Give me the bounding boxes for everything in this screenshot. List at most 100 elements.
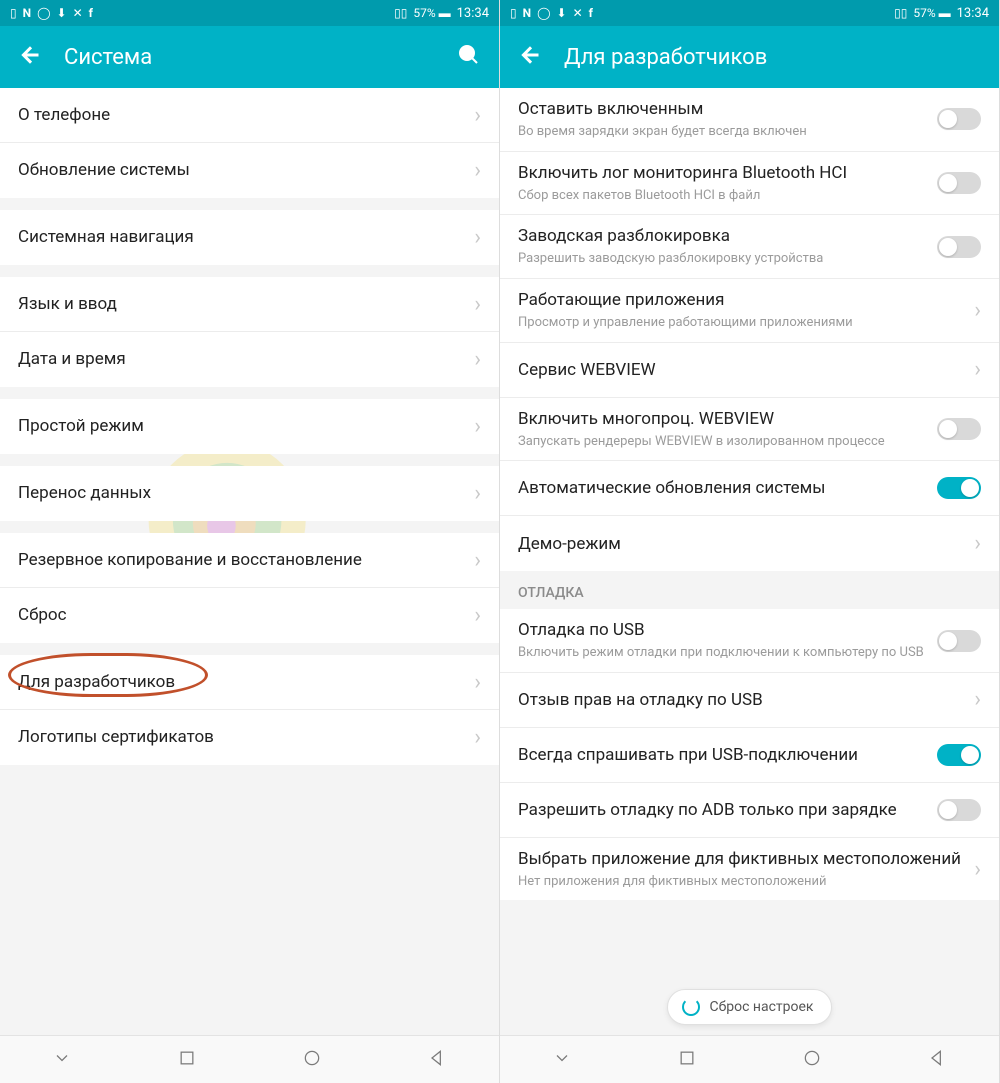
settings-list: О телефоне › Обновление системы › Систем… <box>0 88 499 1035</box>
row-label: Обновление системы <box>18 159 466 181</box>
row-label: Дата и время <box>18 348 466 370</box>
sync-icon: ◯ <box>37 6 50 20</box>
row-label: Включить лог мониторинга Bluetooth HCI <box>518 162 929 184</box>
row-system-update[interactable]: Обновление системы › <box>0 143 499 198</box>
settings-row[interactable]: Автоматические обновления системы <box>500 461 999 516</box>
settings-row[interactable]: Работающие приложения Просмотр и управлен… <box>500 279 999 343</box>
row-label: Отладка по USB <box>518 619 929 641</box>
nav-bar <box>0 1035 499 1083</box>
row-simple-mode[interactable]: Простой режим › <box>0 399 499 454</box>
row-label: Простой режим <box>18 415 466 437</box>
nav-back-icon[interactable] <box>927 1048 947 1072</box>
search-icon[interactable] <box>457 43 481 71</box>
sync-icon: ◯ <box>537 6 550 20</box>
row-label: Включить многопроц. WEBVIEW <box>518 408 929 430</box>
row-data-transfer[interactable]: Перенос данных › <box>0 466 499 521</box>
row-language-input[interactable]: Язык и ввод › <box>0 277 499 332</box>
settings-row[interactable]: Отзыв прав на отладку по USB › <box>500 673 999 728</box>
chevron-right-icon: › <box>474 292 481 317</box>
row-developer-options[interactable]: Для разработчиков › <box>0 655 499 710</box>
status-right-icons: ▯▯ 57% ▬ 13:34 <box>394 6 489 21</box>
settings-row[interactable]: Отладка по USB Включить режим отладки при… <box>500 609 999 673</box>
row-label: Работающие приложения <box>518 289 966 311</box>
chevron-right-icon: › <box>474 548 481 573</box>
vibrate-mode-icon: ▯▯ <box>394 6 407 20</box>
nav-hide-icon[interactable] <box>52 1048 72 1072</box>
sim-icon: ▯ <box>510 6 517 20</box>
status-bar: ▯ N ◯ ⬇ ✕ f ▯▯ 57% ▬ 13:34 <box>0 0 499 26</box>
row-label: Разрешить отладку по ADB только при заря… <box>518 799 929 821</box>
appbar-title: Для разработчиков <box>564 45 981 70</box>
row-label: Автоматические обновления системы <box>518 477 929 499</box>
row-subtitle: Запускать рендереры WEBVIEW в изолирован… <box>518 433 929 451</box>
toggle-switch[interactable] <box>937 744 981 766</box>
toggle-switch[interactable] <box>937 799 981 821</box>
settings-row[interactable]: Включить лог мониторинга Bluetooth HCIСб… <box>500 152 999 216</box>
nav-recent-icon[interactable] <box>177 1048 197 1072</box>
toggle-switch[interactable] <box>937 630 981 652</box>
row-label: Сброс <box>18 604 466 626</box>
toggle-switch[interactable] <box>937 418 981 440</box>
settings-row[interactable]: Демо-режим› <box>500 516 999 571</box>
nav-hide-icon[interactable] <box>552 1048 572 1072</box>
nav-home-icon[interactable] <box>302 1048 322 1072</box>
row-about-phone[interactable]: О телефоне › <box>0 88 499 143</box>
settings-row[interactable]: Выбрать приложение для фиктивных местопо… <box>500 838 999 901</box>
reset-settings-chip[interactable]: Сброс настроек <box>667 989 833 1025</box>
settings-row[interactable]: Всегда спрашивать при USB-подключении <box>500 728 999 783</box>
chevron-right-icon: › <box>474 603 481 628</box>
chevron-right-icon: › <box>974 687 981 712</box>
row-label: Всегда спрашивать при USB-подключении <box>518 744 929 766</box>
chevron-right-icon: › <box>474 670 481 695</box>
chevron-right-icon: › <box>974 531 981 556</box>
back-icon[interactable] <box>518 43 542 71</box>
toggle-switch[interactable] <box>937 172 981 194</box>
row-label: О телефоне <box>18 104 466 126</box>
nav-recent-icon[interactable] <box>677 1048 697 1072</box>
row-cert-logos[interactable]: Логотипы сертификатов › <box>0 710 499 765</box>
row-date-time[interactable]: Дата и время › <box>0 332 499 387</box>
settings-row[interactable]: Включить многопроц. WEBVIEW Запускать рен… <box>500 398 999 462</box>
chevron-right-icon: › <box>474 347 481 372</box>
settings-row[interactable]: Сервис WEBVIEW› <box>500 343 999 398</box>
vibrate-mode-icon: ▯▯ <box>894 6 907 20</box>
row-label: Сервис WEBVIEW <box>518 359 966 381</box>
status-right-icons: ▯▯ 57% ▬ 13:34 <box>894 6 989 21</box>
developer-list: Оставить включенным Во время зарядки экра… <box>500 88 999 1035</box>
battery-indicator: 57% ▬ <box>413 6 450 20</box>
settings-row[interactable]: Разрешить отладку по ADB только при заря… <box>500 783 999 838</box>
row-reset[interactable]: Сброс › <box>0 588 499 643</box>
nfc-icon: N <box>523 6 531 20</box>
row-backup-restore[interactable]: Резервное копирование и восстановление › <box>0 533 499 588</box>
row-system-navigation[interactable]: Системная навигация › <box>0 210 499 265</box>
nfc-icon: N <box>23 6 31 20</box>
back-icon[interactable] <box>18 43 42 71</box>
row-subtitle: Просмотр и управление работающими прилож… <box>518 314 966 332</box>
row-subtitle: Включить режим отладки при подключении к… <box>518 644 929 662</box>
nav-home-icon[interactable] <box>802 1048 822 1072</box>
status-bar: ▯ N ◯ ⬇ ✕ f ▯▯ 57% ▬ 13:34 <box>500 0 999 26</box>
settings-row[interactable]: Оставить включенным Во время зарядки экра… <box>500 88 999 152</box>
toggle-switch[interactable] <box>937 236 981 258</box>
row-label: Заводская разблокировка <box>518 225 929 247</box>
toggle-switch[interactable] <box>937 477 981 499</box>
battery-percent: 57% <box>413 6 435 20</box>
row-label: Отзыв прав на отладку по USB <box>518 689 966 711</box>
chevron-right-icon: › <box>474 481 481 506</box>
row-label: Для разработчиков <box>18 671 466 693</box>
row-label: Логотипы сертификатов <box>18 726 466 748</box>
chevron-right-icon: › <box>474 414 481 439</box>
row-label: Оставить включенным <box>518 98 929 120</box>
battery-indicator: 57% ▬ <box>913 6 950 20</box>
sim-icon: ▯ <box>10 6 17 20</box>
chip-label: Сброс настроек <box>710 999 814 1015</box>
screen-system: ▯ N ◯ ⬇ ✕ f ▯▯ 57% ▬ 13:34 Система <box>0 0 500 1083</box>
section-header-debug: ОТЛАДКА <box>500 571 999 609</box>
clock: 13:34 <box>957 6 989 21</box>
nav-bar <box>500 1035 999 1083</box>
row-subtitle: Во время зарядки экран будет всегда вклю… <box>518 123 929 141</box>
toggle-switch[interactable] <box>937 108 981 130</box>
location-icon: ⬇ <box>557 6 567 20</box>
nav-back-icon[interactable] <box>427 1048 447 1072</box>
settings-row[interactable]: Заводская разблокировкаРазрешить заводск… <box>500 215 999 279</box>
